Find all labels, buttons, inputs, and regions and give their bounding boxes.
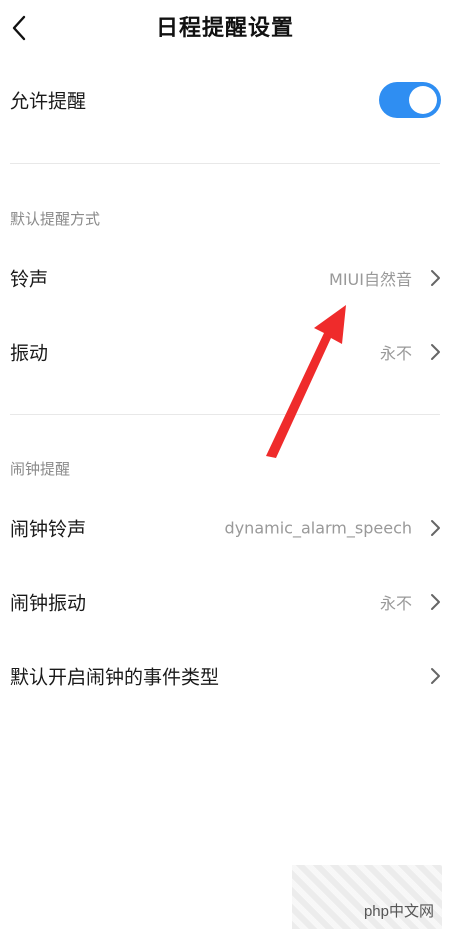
- watermark: php中文网: [290, 859, 450, 937]
- watermark-text: php中文网: [363, 903, 434, 920]
- alarm-vibration-row[interactable]: 闹钟振动 永不: [0, 572, 450, 632]
- section-title-default-method: 默认提醒方式: [10, 210, 101, 228]
- alarm-event-types-label: 默认开启闹钟的事件类型: [10, 666, 220, 689]
- chevron-right-icon: [431, 594, 440, 610]
- page-title: 日程提醒设置: [155, 16, 294, 41]
- ringtone-row[interactable]: 铃声 MIUI自然音: [0, 248, 450, 308]
- vibration-value: 永不: [379, 344, 412, 363]
- divider: [10, 414, 440, 415]
- toggle-knob: [409, 86, 437, 114]
- allow-reminder-label: 允许提醒: [10, 90, 87, 113]
- allow-reminder-toggle[interactable]: [379, 82, 441, 118]
- alarm-ringtone-label: 闹钟铃声: [10, 518, 87, 541]
- vibration-label: 振动: [10, 342, 49, 365]
- chevron-right-icon: [431, 344, 440, 360]
- header-bar: 日程提醒设置: [0, 0, 450, 56]
- chevron-right-icon: [431, 270, 440, 286]
- ringtone-value: MIUI自然音: [329, 270, 412, 289]
- alarm-ringtone-value: dynamic_alarm_speech: [224, 518, 412, 538]
- alarm-event-types-row[interactable]: 默认开启闹钟的事件类型: [0, 646, 450, 706]
- section-title-alarm: 闹钟提醒: [10, 460, 71, 478]
- alarm-vibration-value: 永不: [379, 594, 412, 613]
- chevron-right-icon: [431, 668, 440, 684]
- vibration-row[interactable]: 振动 永不: [0, 322, 450, 382]
- divider: [10, 163, 440, 164]
- ringtone-label: 铃声: [10, 268, 49, 291]
- alarm-vibration-label: 闹钟振动: [10, 592, 87, 615]
- chevron-right-icon: [431, 520, 440, 536]
- alarm-ringtone-row[interactable]: 闹钟铃声 dynamic_alarm_speech: [0, 498, 450, 558]
